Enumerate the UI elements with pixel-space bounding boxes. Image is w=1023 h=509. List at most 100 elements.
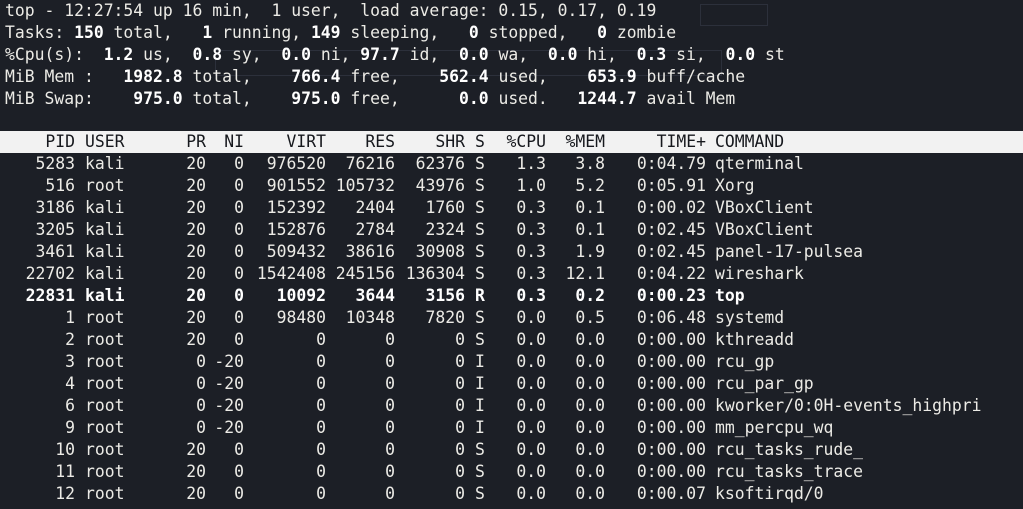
summary-tasks-line: Tasks: 150 total, 1 running, 149 sleepin… xyxy=(5,23,677,42)
cpu-cell: 0.0 xyxy=(516,308,546,327)
nice-cell: 0 xyxy=(234,264,244,283)
process-row[interactable]: 10 root 20 0 0 0 0 S 0.0 0.0 0:00.00 rcu_tasks_rude… xyxy=(0,439,1023,461)
process-row[interactable]: 3186 kali 20 0 152392 2404 1760 S 0.3 0.1 0:00.02 V… xyxy=(0,197,1023,219)
shr-cell: 0 xyxy=(455,440,465,459)
mem-cell: 0.0 xyxy=(575,396,605,415)
command-cell: rcu_gp xyxy=(715,352,775,371)
process-row[interactable]: 5283 kali 20 0 976520 76216 62376 S 1.3 3.8 0:04.7… xyxy=(0,153,1023,175)
res-cell: 0 xyxy=(385,484,395,503)
virt-cell: 0 xyxy=(316,418,326,437)
column-ni[interactable]: NI xyxy=(208,131,244,153)
time-cell: 0:00.00 xyxy=(636,396,706,415)
priority-cell: 20 xyxy=(186,462,206,481)
process-row[interactable]: 22702 kali 20 0 1542408 245156 136304 S 0.3 12.1 0… xyxy=(0,263,1023,285)
nice-cell: -20 xyxy=(214,352,244,371)
res-cell: 245156 xyxy=(335,264,395,283)
command-cell: VBoxClient xyxy=(715,198,814,217)
state-cell: S xyxy=(475,242,485,261)
time-cell: 0:00.00 xyxy=(636,374,706,393)
process-row[interactable]: 22831 kali 20 0 10092 3644 3156 R 0.3 0.2 0:00.23 t… xyxy=(0,285,1023,307)
column-pid[interactable]: PID xyxy=(0,131,75,153)
priority-cell: 20 xyxy=(186,308,206,327)
virt-cell: 0 xyxy=(316,352,326,371)
mem-cell: 0.5 xyxy=(575,308,605,327)
cpu-cell: 1.3 xyxy=(516,154,546,173)
state-cell: S xyxy=(475,440,485,459)
mem-cell: 0.0 xyxy=(575,440,605,459)
res-cell: 3644 xyxy=(355,286,395,305)
pid-cell: 2 xyxy=(65,330,75,349)
virt-cell: 0 xyxy=(316,462,326,481)
virt-cell: 0 xyxy=(316,484,326,503)
mem-cell: 0.0 xyxy=(575,374,605,393)
res-cell: 0 xyxy=(385,396,395,415)
pid-cell: 3 xyxy=(65,352,75,371)
process-row[interactable]: 4 root 0 -20 0 0 0 I 0.0 0.0 0:00.00 rcu_par_gp xyxy=(0,373,1023,395)
column-pr[interactable]: PR xyxy=(160,131,206,153)
state-cell: S xyxy=(475,484,485,503)
column-cpu[interactable]: %CPU xyxy=(490,131,546,153)
cpu-cell: 0.3 xyxy=(516,242,546,261)
shr-cell: 0 xyxy=(455,462,465,481)
priority-cell: 20 xyxy=(186,286,206,305)
priority-cell: 20 xyxy=(186,198,206,217)
cpu-cell: 0.0 xyxy=(516,374,546,393)
res-cell: 0 xyxy=(385,352,395,371)
priority-cell: 20 xyxy=(186,330,206,349)
command-cell: panel-17-pulsea xyxy=(715,242,864,261)
column-res[interactable]: RES xyxy=(326,131,395,153)
virt-cell: 0 xyxy=(316,330,326,349)
time-cell: 0:00.00 xyxy=(636,440,706,459)
column-command[interactable]: COMMAND xyxy=(715,131,1015,153)
process-row[interactable]: 2 root 20 0 0 0 0 S 0.0 0.0 0:00.00 kthreadd xyxy=(0,329,1023,351)
process-row[interactable]: 3205 kali 20 0 152876 2784 2324 S 0.3 0.1 0:02.45 V… xyxy=(0,219,1023,241)
process-row[interactable]: 6 root 0 -20 0 0 0 I 0.0 0.0 0:00.00 kworker/0:0H-e… xyxy=(0,395,1023,417)
process-row[interactable]: 12 root 20 0 0 0 0 S 0.0 0.0 0:00.07 ksoftirqd/0 xyxy=(0,483,1023,505)
process-row[interactable]: 3 root 0 -20 0 0 0 I 0.0 0.0 0:00.00 rcu_gp xyxy=(0,351,1023,373)
virt-cell: 509432 xyxy=(266,242,326,261)
virt-cell: 98480 xyxy=(276,308,326,327)
priority-cell: 20 xyxy=(186,484,206,503)
pid-cell: 10 xyxy=(55,440,75,459)
column-shr[interactable]: SHR xyxy=(395,131,465,153)
column-mem[interactable]: %MEM xyxy=(548,131,605,153)
nice-cell: -20 xyxy=(214,418,244,437)
shr-cell: 136304 xyxy=(405,264,465,283)
process-row[interactable]: 516 root 20 0 901552 105732 43976 S 1.0 5.2 0:05.9… xyxy=(0,175,1023,197)
pid-cell: 6 xyxy=(65,396,75,415)
shr-cell: 0 xyxy=(455,330,465,349)
state-cell: S xyxy=(475,198,485,217)
column-state[interactable]: S xyxy=(475,131,489,153)
command-cell: ksoftirqd/0 xyxy=(715,484,824,503)
state-cell: R xyxy=(475,286,485,305)
nice-cell: 0 xyxy=(234,242,244,261)
column-virt[interactable]: VIRT xyxy=(246,131,326,153)
process-row[interactable]: 9 root 0 -20 0 0 0 I 0.0 0.0 0:00.00 mm_percpu_wq xyxy=(0,417,1023,439)
nice-cell: 0 xyxy=(234,198,244,217)
priority-cell: 0 xyxy=(196,374,206,393)
priority-cell: 20 xyxy=(186,220,206,239)
res-cell: 10348 xyxy=(345,308,395,327)
shr-cell: 7820 xyxy=(425,308,465,327)
pid-cell: 12 xyxy=(55,484,75,503)
cpu-cell: 0.0 xyxy=(516,484,546,503)
command-cell: rcu_tasks_rude_ xyxy=(715,440,864,459)
virt-cell: 976520 xyxy=(266,154,326,173)
process-row[interactable]: 11 root 20 0 0 0 0 S 0.0 0.0 0:00.00 rcu_tasks_trac… xyxy=(0,461,1023,483)
process-row[interactable]: 3461 kali 20 0 509432 38616 30908 S 0.3 1.9 0:02.4… xyxy=(0,241,1023,263)
process-row[interactable]: 1 root 20 0 98480 10348 7820 S 0.0 0.5 0:06.48 syst… xyxy=(0,307,1023,329)
cpu-cell: 0.0 xyxy=(516,418,546,437)
pid-cell: 516 xyxy=(45,176,75,195)
priority-cell: 0 xyxy=(196,396,206,415)
summary-cpu-line: %Cpu(s): 1.2 us, 0.8 sy, 0.0 ni, 97.7 id… xyxy=(5,45,785,64)
nice-cell: -20 xyxy=(214,396,244,415)
summary-mem-line: MiB Mem : 1982.8 total, 766.4 free, 562.… xyxy=(5,67,746,86)
virt-cell: 1542408 xyxy=(256,264,326,283)
pid-cell: 22702 xyxy=(25,264,75,283)
pid-cell: 9 xyxy=(65,418,75,437)
priority-cell: 0 xyxy=(196,352,206,371)
mem-cell: 0.2 xyxy=(575,286,605,305)
cpu-cell: 0.0 xyxy=(516,330,546,349)
column-time[interactable]: TIME+ xyxy=(605,131,706,153)
shr-cell: 62376 xyxy=(415,154,465,173)
